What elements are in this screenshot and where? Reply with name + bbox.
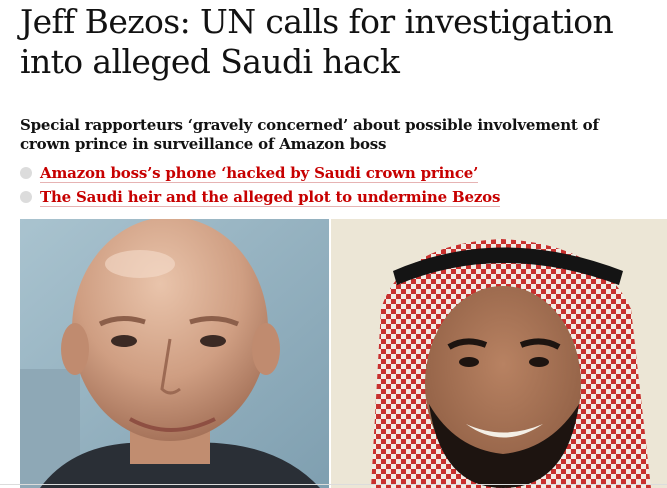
bottom-rule [0,484,667,485]
headline: Jeff Bezos: UN calls for investigation i… [20,2,614,81]
bullet-icon [20,191,32,203]
related-link-saudi-heir[interactable]: The Saudi heir and the alleged plot to u… [40,188,500,207]
photo-saudi-crown-prince [331,219,667,488]
related-links: Amazon boss’s phone ‘hacked by Saudi cro… [20,161,500,209]
related-link-item: Amazon boss’s phone ‘hacked by Saudi cro… [20,161,500,185]
related-link-phone-hacked[interactable]: Amazon boss’s phone ‘hacked by Saudi cro… [40,164,478,183]
article-page: Jeff Bezos: UN calls for investigation i… [0,0,667,488]
bullet-icon [20,167,32,179]
related-link-item: The Saudi heir and the alleged plot to u… [20,185,500,209]
standfirst: Special rapporteurs ‘gravely concerned’ … [20,116,599,153]
photo-jeff-bezos [20,219,329,488]
